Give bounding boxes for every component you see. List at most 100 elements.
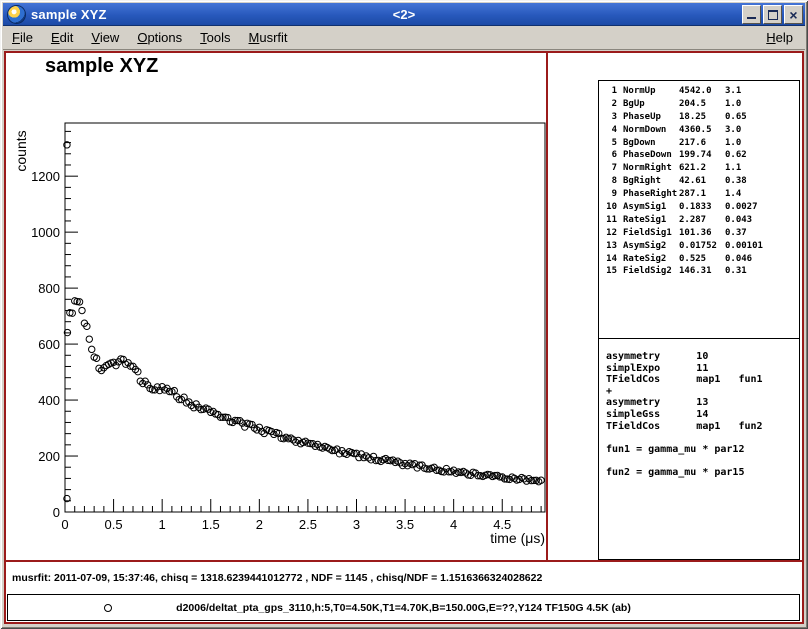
- parameter-error: 3.1: [725, 85, 799, 98]
- parameter-value: 2.287: [679, 214, 725, 227]
- theory-line: simpleGss 14: [606, 409, 799, 421]
- maximize-button[interactable]: [763, 5, 782, 24]
- parameter-name: AsymSig1: [623, 201, 679, 214]
- parameter-name: NormUp: [623, 85, 679, 98]
- theory-line: simplExpo 11: [606, 363, 799, 375]
- svg-text:3.5: 3.5: [396, 517, 414, 532]
- parameter-error: 0.00101: [725, 240, 799, 253]
- parameter-number: 7: [605, 162, 617, 175]
- parameter-row: 2 BgUp 204.5 1.0: [605, 98, 799, 111]
- close-icon: ×: [789, 9, 797, 21]
- window-title: sample XYZ: [31, 7, 107, 22]
- parameter-row: 3 PhaseUp 18.25 0.65: [605, 111, 799, 124]
- svg-text:1200: 1200: [31, 169, 60, 184]
- close-button[interactable]: ×: [784, 5, 803, 24]
- parameter-number: 10: [605, 201, 617, 214]
- svg-text:1: 1: [159, 517, 166, 532]
- parameter-number: 3: [605, 111, 617, 124]
- parameter-number: 4: [605, 124, 617, 137]
- parameter-row: 4 NormDown 4360.5 3.0: [605, 124, 799, 137]
- menu-item[interactable]: Musrfit: [240, 27, 297, 48]
- parameter-name: BgRight: [623, 175, 679, 188]
- parameter-value: 101.36: [679, 227, 725, 240]
- parameter-number: 13: [605, 240, 617, 253]
- svg-text:800: 800: [38, 281, 60, 296]
- parameter-error: 0.046: [725, 253, 799, 266]
- parameter-number: 6: [605, 149, 617, 162]
- svg-text:time (μs): time (μs): [490, 530, 545, 546]
- svg-text:2: 2: [256, 517, 263, 532]
- parameter-row: 15 FieldSig2 146.31 0.31: [605, 265, 799, 278]
- parameter-error: 1.4: [725, 188, 799, 201]
- parameter-name: RateSig1: [623, 214, 679, 227]
- parameter-error: 1.0: [725, 137, 799, 150]
- parameter-row: 5 BgDown 217.6 1.0: [605, 137, 799, 150]
- parameter-error: 0.37: [725, 227, 799, 240]
- parameter-name: BgUp: [623, 98, 679, 111]
- theory-block: asymmetry 10 simplExpo 11 TFieldCos map1…: [598, 339, 800, 560]
- parameter-row: 14 RateSig2 0.525 0.046: [605, 253, 799, 266]
- parameter-row: 12 FieldSig1 101.36 0.37: [605, 227, 799, 240]
- parameter-row: 9 PhaseRight 287.1 1.4: [605, 188, 799, 201]
- parameter-value: 0.525: [679, 253, 725, 266]
- parameter-value: 42.61: [679, 175, 725, 188]
- svg-text:0: 0: [61, 517, 68, 532]
- parameter-error: 0.38: [725, 175, 799, 188]
- maximize-icon: [768, 10, 778, 20]
- svg-text:1.5: 1.5: [202, 517, 220, 532]
- minimize-icon: [747, 10, 756, 19]
- root-canvas[interactable]: sample XYZ 00.511.522.533.544.5020040060…: [4, 51, 804, 624]
- menu-item[interactable]: Tools: [191, 27, 239, 48]
- parameter-value: 0.1833: [679, 201, 725, 214]
- parameter-row: 7 NormRight 621.2 1.1: [605, 162, 799, 175]
- histogram-plot[interactable]: 00.511.522.533.544.502004006008001000120…: [6, 53, 546, 560]
- parameter-value: 287.1: [679, 188, 725, 201]
- parameter-number: 1: [605, 85, 617, 98]
- svg-text:0.5: 0.5: [105, 517, 123, 532]
- svg-text:counts: counts: [13, 130, 29, 171]
- app-window: sample XYZ <2> × File Edit View Options …: [0, 0, 808, 629]
- parameter-name: BgDown: [623, 137, 679, 150]
- parameter-error: 1.1: [725, 162, 799, 175]
- parameter-row: 6 PhaseDown 199.74 0.62: [605, 149, 799, 162]
- minimize-button[interactable]: [742, 5, 761, 24]
- parameter-number: 2: [605, 98, 617, 111]
- parameter-name: NormRight: [623, 162, 679, 175]
- svg-text:4: 4: [450, 517, 457, 532]
- svg-text:400: 400: [38, 393, 60, 408]
- parameter-name: PhaseUp: [623, 111, 679, 124]
- menu-item[interactable]: Options: [128, 27, 191, 48]
- parameter-number: 8: [605, 175, 617, 188]
- pad-divider-horizontal: [6, 560, 802, 562]
- svg-text:0: 0: [53, 505, 60, 520]
- theory-line: asymmetry 10: [606, 351, 799, 363]
- parameter-error: 0.043: [725, 214, 799, 227]
- app-icon[interactable]: [8, 6, 25, 23]
- parameter-name: AsymSig2: [623, 240, 679, 253]
- menu-item[interactable]: View: [82, 27, 128, 48]
- menu-item[interactable]: Help: [757, 27, 805, 48]
- parameter-row: 10 AsymSig1 0.1833 0.0027: [605, 201, 799, 214]
- info-panel: 1 NormUp 4542.0 3.1 2 BgUp 204.5 1.0 3: [598, 80, 800, 560]
- theory-line: TFieldCos map1 fun2: [606, 421, 799, 433]
- parameter-row: 11 RateSig1 2.287 0.043: [605, 214, 799, 227]
- window-controls: ×: [742, 5, 803, 24]
- legend-text: d2006/deltat_pta_gps_3110,h:5,T0=4.50K,T…: [8, 602, 799, 614]
- theory-line: TFieldCos map1 fun1: [606, 374, 799, 386]
- svg-text:200: 200: [38, 449, 60, 464]
- parameter-value: 146.31: [679, 265, 725, 278]
- title-bar[interactable]: sample XYZ <2> ×: [3, 3, 805, 26]
- parameter-name: PhaseRight: [623, 188, 679, 201]
- parameter-error: 0.65: [725, 111, 799, 124]
- parameter-name: PhaseDown: [623, 149, 679, 162]
- parameter-value: 621.2: [679, 162, 725, 175]
- menu-item[interactable]: Edit: [42, 27, 82, 48]
- svg-text:1000: 1000: [31, 225, 60, 240]
- pad-divider-vertical: [546, 53, 548, 560]
- parameter-row: 13 AsymSig2 0.01752 0.00101: [605, 240, 799, 253]
- theory-line: fun1 = gamma_mu * par12: [606, 444, 799, 456]
- parameter-number: 11: [605, 214, 617, 227]
- parameter-error: 3.0: [725, 124, 799, 137]
- theory-line: fun2 = gamma_mu * par15: [606, 467, 799, 479]
- menu-item[interactable]: File: [3, 27, 42, 48]
